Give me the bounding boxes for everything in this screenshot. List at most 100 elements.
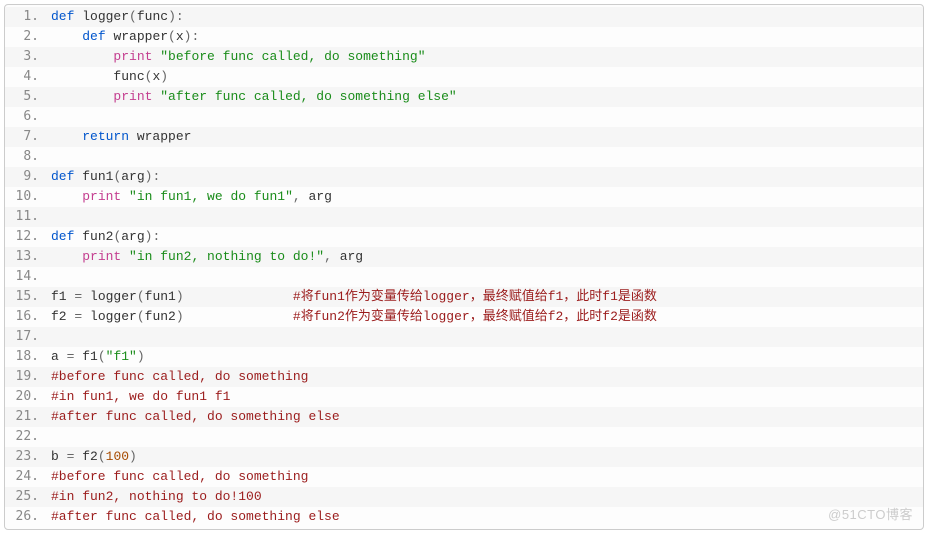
code-content: def wrapper(x): [45, 27, 923, 47]
code-lines-container: 1def logger(func):2 def wrapper(x):3 pri… [5, 7, 923, 527]
code-line: 21 #after func called, do something else [5, 407, 923, 427]
code-line: 14 [5, 267, 923, 287]
token-punct: ) [137, 349, 145, 364]
token-punct: ): [184, 29, 200, 44]
code-line: 13 print "in fun2, nothing to do!", arg [5, 247, 923, 267]
code-content: a = f1("f1") [45, 347, 923, 367]
token-punct: , [324, 249, 340, 264]
token-name: func [137, 9, 168, 24]
token-comment: #before func called, do something [51, 369, 308, 384]
code-line: 23b = f2(100) [5, 447, 923, 467]
token-comment: #in fun1, we do fun1 f1 [51, 389, 230, 404]
code-content: b = f2(100) [45, 447, 923, 467]
code-line: 9def fun1(arg): [5, 167, 923, 187]
line-number: 1 [5, 7, 45, 27]
code-content: #after func called, do something else [45, 507, 923, 527]
token-kw: def [51, 169, 82, 184]
line-number: 15 [5, 287, 45, 307]
token-name [121, 249, 129, 264]
line-number: 4 [5, 67, 45, 87]
line-number: 14 [5, 267, 45, 287]
code-line: 18a = f1("f1") [5, 347, 923, 367]
code-content: print "in fun1, we do fun1", arg [45, 187, 923, 207]
token-name: fun1 [145, 289, 176, 304]
code-content: def logger(func): [45, 7, 923, 27]
token-punct: = [67, 449, 83, 464]
token-punct: = [74, 289, 90, 304]
token-num: 100 [106, 449, 129, 464]
line-number: 21 [5, 407, 45, 427]
code-content: print "before func called, do something" [45, 47, 923, 67]
token-builtin: print [113, 89, 152, 104]
token-punct: = [74, 309, 90, 324]
line-number: 7 [5, 127, 45, 147]
token-name: fun2 [145, 309, 176, 324]
token-name: a [51, 349, 67, 364]
code-line: 17 [5, 327, 923, 347]
token-punct: ): [145, 229, 161, 244]
code-line: 25#in fun2, nothing to do!100 [5, 487, 923, 507]
code-content: #in fun2, nothing to do!100 [45, 487, 923, 507]
line-number: 26 [5, 507, 45, 527]
watermark: @51CTO博客 [828, 505, 913, 525]
token-name: wrapper [137, 129, 192, 144]
code-content: def fun2(arg): [45, 227, 923, 247]
token-name: f2 [51, 309, 74, 324]
code-line: 2 def wrapper(x): [5, 27, 923, 47]
token-punct: ( [137, 289, 145, 304]
token-str: "before func called, do something" [160, 49, 425, 64]
token-name: arg [121, 229, 144, 244]
token-comment: #in fun2, nothing to do!100 [51, 489, 262, 504]
token-punct: ( [98, 349, 106, 364]
token-punct: ( [168, 29, 176, 44]
token-name: f1 [51, 289, 74, 304]
line-number: 24 [5, 467, 45, 487]
line-number: 19 [5, 367, 45, 387]
code-content: print "after func called, do something e… [45, 87, 923, 107]
code-line: 1def logger(func): [5, 7, 923, 27]
token-punct: ) [176, 309, 184, 324]
token-punct: ( [137, 309, 145, 324]
code-line: 22 [5, 427, 923, 447]
code-line: 5 print "after func called, do something… [5, 87, 923, 107]
code-line: 12def fun2(arg): [5, 227, 923, 247]
token-punct: ( [98, 449, 106, 464]
token-fn: f2 [82, 449, 98, 464]
token-name: arg [308, 189, 331, 204]
token-comment: #将fun1作为变量传给logger，最终赋值给f1，此时f1是函数 [293, 289, 657, 304]
code-line: 7 return wrapper [5, 127, 923, 147]
token-punct: = [67, 349, 83, 364]
token-name: b [51, 449, 67, 464]
code-line: 11 [5, 207, 923, 227]
code-line: 15f1 = logger(fun1) #将fun1作为变量传给logger，最… [5, 287, 923, 307]
token-str: "in fun1, we do fun1" [129, 189, 293, 204]
code-line: 19 #before func called, do something [5, 367, 923, 387]
token-builtin: print [113, 49, 152, 64]
line-number: 22 [5, 427, 45, 447]
token-name [51, 49, 113, 64]
line-number: 17 [5, 327, 45, 347]
line-number: 9 [5, 167, 45, 187]
code-line: 20 #in fun1, we do fun1 f1 [5, 387, 923, 407]
code-content: print "in fun2, nothing to do!", arg [45, 247, 923, 267]
code-content: #after func called, do something else [45, 407, 923, 427]
token-builtin: print [82, 189, 121, 204]
line-number: 11 [5, 207, 45, 227]
token-name: arg [121, 169, 144, 184]
token-name [51, 189, 82, 204]
code-content: func(x) [45, 67, 923, 87]
token-kw: return [82, 129, 137, 144]
token-fn: f1 [82, 349, 98, 364]
token-comment: #before func called, do something [51, 469, 308, 484]
code-content: f2 = logger(fun2) #将fun2作为变量传给logger，最终赋… [45, 307, 923, 327]
line-number: 12 [5, 227, 45, 247]
token-kw: def [51, 9, 82, 24]
token-name [51, 249, 82, 264]
code-line: 4 func(x) [5, 67, 923, 87]
line-number: 20 [5, 387, 45, 407]
code-content: #before func called, do something [45, 467, 923, 487]
token-comment: #after func called, do something else [51, 409, 340, 424]
token-fn: logger [82, 9, 129, 24]
code-line: 16f2 = logger(fun2) #将fun2作为变量传给logger，最… [5, 307, 923, 327]
code-content: #before func called, do something [45, 367, 923, 387]
